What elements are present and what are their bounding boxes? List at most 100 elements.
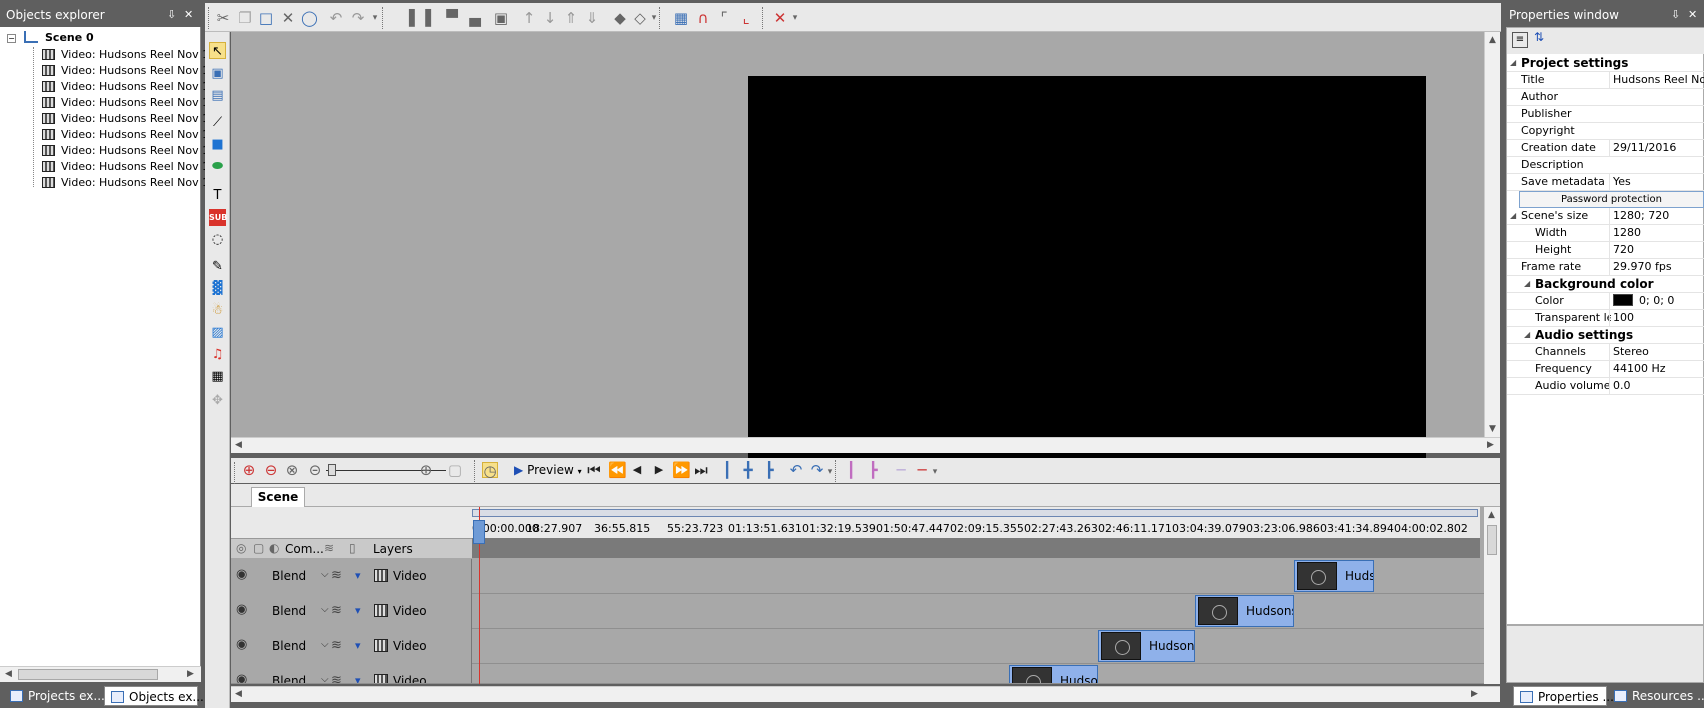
step-forward-icon[interactable]: ▶ (651, 462, 667, 478)
chart-icon[interactable]: ▓ (209, 280, 226, 297)
go-start-icon[interactable]: ⏮ (586, 462, 602, 478)
prop-title[interactable]: TitleHudsons Reel Nov 17 (1507, 72, 1704, 89)
layer-row[interactable]: ◉ Blend ⌵ ≋ ▾ Video Hudson (231, 559, 1484, 594)
redo-icon[interactable]: ↷ (350, 10, 366, 26)
move-down-icon[interactable]: ↓ (542, 10, 558, 26)
dropdown-icon[interactable]: ▾ (927, 464, 943, 480)
copy-icon[interactable]: ❐ (237, 10, 253, 26)
rewind-icon[interactable]: ⏪ (608, 462, 627, 478)
scroll-down-icon[interactable]: ▼ (1489, 424, 1496, 434)
playhead-handle[interactable] (473, 520, 485, 544)
undo-icon[interactable]: ↶ (328, 10, 344, 26)
mark-in-icon[interactable]: ┃ (719, 462, 735, 478)
prop-audio-volume[interactable]: Audio volume (0.0 (1507, 378, 1704, 395)
tree-item[interactable]: Video: Hudsons Reel Nov 17 (42, 95, 216, 111)
video-clip[interactable]: Hudson (1009, 665, 1098, 683)
scroll-left-icon[interactable]: ◀ (235, 689, 242, 699)
left-horizontal-scrollbar[interactable]: ◀ ▶ (0, 666, 201, 682)
mark-out-icon[interactable]: ╋ (740, 462, 756, 478)
layer-row[interactable]: ◉ Blend ⌵ ≋ ▾ Video Hudsons I (231, 594, 1484, 629)
zoom-slider-thumb[interactable] (328, 464, 336, 476)
scene-canvas[interactable] (748, 76, 1426, 458)
categorized-icon[interactable]: ≡ (1512, 32, 1528, 48)
dropdown-icon[interactable]: ▾ (578, 467, 582, 476)
layer-menu-icon[interactable]: ▾ (355, 639, 361, 652)
line-icon[interactable]: ⟋ (209, 114, 226, 131)
dropdown-icon[interactable]: ▾ (367, 10, 383, 26)
prop-copyright[interactable]: Copyright (1507, 123, 1704, 140)
tree-root[interactable]: − Scene 0 (7, 30, 94, 46)
audio-wave-icon[interactable]: ≋ (331, 603, 342, 618)
audio-wave-icon[interactable]: ≋ (331, 673, 342, 683)
animation-icon[interactable]: ☃ (209, 302, 226, 319)
prop-frequency[interactable]: Frequency 44100 Hz (1507, 361, 1704, 378)
video-icon[interactable]: ▦ (209, 368, 226, 385)
tree-item[interactable]: Video: Hudsons Reel Nov 17 (42, 159, 216, 175)
tree-item[interactable]: Video: Hudsons Reel Nov 17 (42, 63, 216, 79)
chevron-down-icon[interactable]: ⌵ (321, 674, 329, 683)
color-swatch[interactable] (1613, 294, 1633, 306)
prop-height[interactable]: Height 720 (1507, 242, 1704, 259)
fit-timeline-icon[interactable]: ▢ (447, 462, 463, 478)
prop-scene-size[interactable]: ◢ Scene's size 1280; 720 (1507, 208, 1704, 225)
preview-horizontal-scrollbar[interactable]: ◀ ▶ (231, 437, 1500, 453)
layer-menu-icon[interactable]: ▾ (355, 674, 361, 683)
video-clip[interactable]: Hudson (1294, 560, 1374, 592)
section-background-color[interactable]: ◢ Background color (1507, 276, 1704, 293)
prop-width[interactable]: Width 1280 (1507, 225, 1704, 242)
tab-objects-explorer[interactable]: Objects ex... (104, 686, 204, 706)
move-icon[interactable]: ✥ (209, 392, 226, 409)
eye-icon[interactable]: ◉ (236, 567, 247, 582)
audio-wave-icon[interactable]: ≋ (331, 568, 342, 583)
prop-color[interactable]: Color 0; 0; 0 (1507, 293, 1704, 310)
tree-item[interactable]: Video: Hudsons Reel Nov 17 (42, 47, 216, 63)
resize-icon[interactable]: ▣ (209, 65, 226, 82)
audio-wave-icon[interactable]: ≋ (331, 638, 342, 653)
scroll-right-icon[interactable]: ▶ (1471, 689, 1478, 699)
brush-icon[interactable]: ✎ (209, 258, 226, 275)
layer-row[interactable]: ◉ Blend ⌵ ≋ ▾ Video Hudsons (231, 629, 1484, 664)
tree-item[interactable]: Video: Hudsons Reel Nov 17 (42, 127, 216, 143)
tab-resources[interactable]: Resources ... (1608, 686, 1704, 706)
subtitle-icon[interactable]: SUB (209, 209, 227, 226)
prop-publisher[interactable]: Publisher (1507, 106, 1704, 123)
group-icon[interactable]: ◆ (612, 10, 628, 26)
ellipse-icon[interactable]: ⬬ (209, 158, 226, 175)
wand-icon[interactable]: ✕ (772, 10, 788, 26)
scroll-thumb[interactable] (1487, 525, 1497, 555)
magnet-icon[interactable]: ∩ (695, 10, 711, 26)
image-icon[interactable]: ▨ (209, 324, 226, 341)
zoom-100-icon[interactable]: ⊗ (284, 462, 300, 478)
zoom-in-icon[interactable]: ⊕ (241, 462, 257, 478)
section-audio-settings[interactable]: ◢ Audio settings (1507, 327, 1704, 344)
eye-icon[interactable]: ◉ (236, 602, 247, 617)
pin-icon[interactable]: ⇩ (167, 6, 176, 24)
tab-properties[interactable]: Properties ... (1513, 686, 1614, 706)
collapse-icon[interactable]: ◢ (1524, 327, 1530, 343)
tree-item[interactable]: Video: Hudsons Reel Nov 17 (42, 111, 216, 127)
layers-icon[interactable]: ▤ (209, 87, 226, 104)
snap-icon[interactable]: ⌜ (716, 10, 732, 26)
cut-icon[interactable]: ✂ (215, 10, 231, 26)
scroll-up-icon[interactable]: ▲ (1489, 35, 1496, 45)
move-bottom-icon[interactable]: ⇓ (584, 10, 600, 26)
close-icon[interactable]: ✕ (1688, 6, 1697, 24)
tree-item[interactable]: Video: Hudsons Reel Nov 17 (42, 175, 216, 191)
range-icon[interactable]: ┣ (761, 462, 777, 478)
prop-channels[interactable]: Channels Stereo (1507, 344, 1704, 361)
layer-menu-icon[interactable]: ▾ (355, 604, 361, 617)
chevron-down-icon[interactable]: ⌵ (321, 569, 329, 580)
circle-icon[interactable]: ◯ (301, 10, 318, 26)
video-clip[interactable]: Hudsons I (1195, 595, 1294, 627)
password-protection-button[interactable]: Password protection (1519, 191, 1704, 208)
tab-scene-0[interactable]: Scene 0 (251, 487, 305, 523)
scroll-left-icon[interactable]: ◀ (5, 669, 12, 679)
collapse-icon[interactable]: ◢ (1510, 208, 1516, 224)
scroll-right-icon[interactable]: ▶ (187, 669, 194, 679)
clock-icon[interactable]: ◷ (482, 462, 498, 479)
grid-icon[interactable]: ▦ (673, 10, 689, 26)
move-up-icon[interactable]: ↑ (521, 10, 537, 26)
collapse-icon[interactable]: − (7, 34, 16, 43)
zoom-minus-icon[interactable]: ⊝ (307, 462, 323, 478)
tab-projects-explorer[interactable]: Projects ex... (4, 686, 105, 706)
